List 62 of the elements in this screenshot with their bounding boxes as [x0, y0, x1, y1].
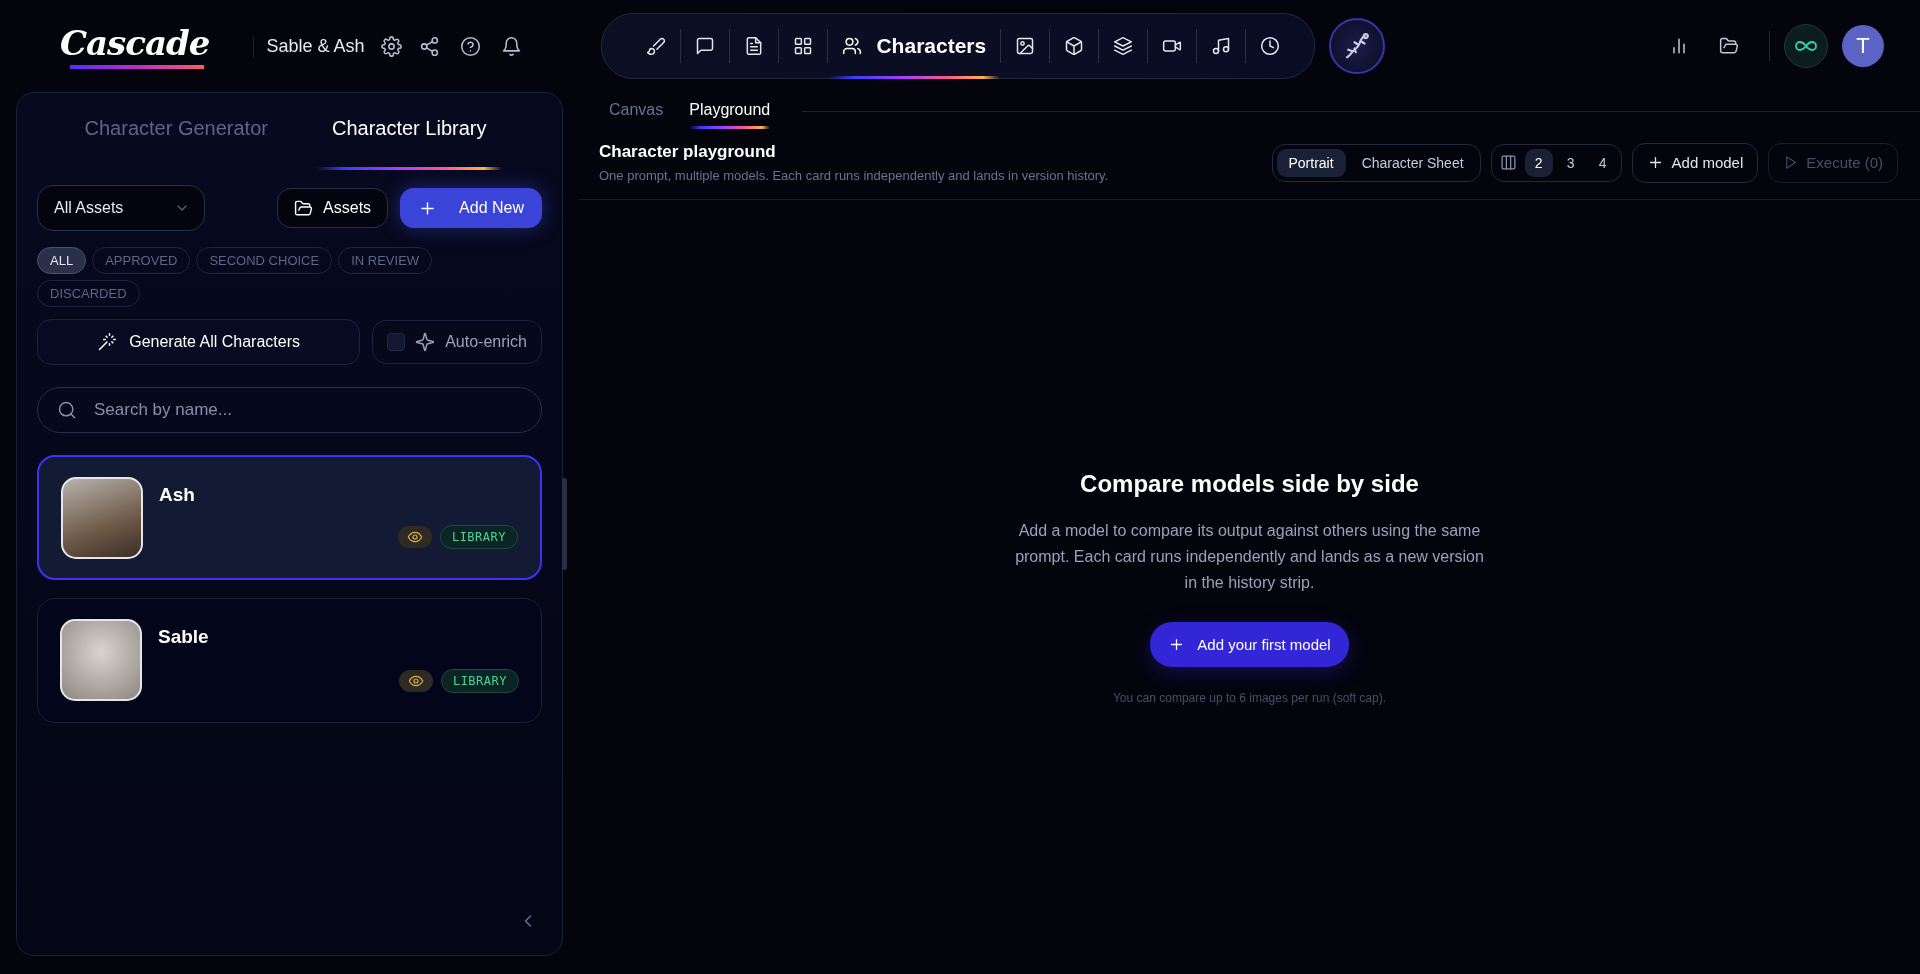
checkbox[interactable] [387, 333, 406, 351]
mode-option[interactable]: Portrait [1276, 148, 1346, 177]
empty-state-note: You can compare up to 6 images per run (soft cap). [1112, 691, 1386, 705]
eye-icon [406, 529, 423, 545]
user-avatar[interactable]: T [1842, 25, 1884, 67]
share-network-icon [419, 35, 441, 57]
empty-state-text: Add a model to compare its output against others using the same prompt. Each card runs independently and lands as a new version in the history strip. [1014, 521, 1485, 593]
image-icon [1015, 36, 1036, 56]
section-subtitle: One prompt, multiple models. Each card runs independently and lands in version history. [599, 168, 1109, 183]
users-icon [842, 36, 863, 56]
scrollbar[interactable] [562, 478, 567, 570]
chat-icon [695, 36, 716, 56]
auto-enrich-label: Auto-enrich [445, 333, 527, 351]
magic-wand-icon [97, 332, 118, 352]
visibility-button[interactable] [398, 670, 433, 692]
settings-icon[interactable] [381, 35, 403, 57]
column-count-option[interactable]: 3 [1556, 148, 1585, 177]
grid-icon [793, 36, 814, 56]
folder-button[interactable] [1719, 36, 1739, 56]
columns-icon [1499, 154, 1517, 171]
nav-tab[interactable]: Characters [828, 14, 1001, 78]
play-icon [1783, 155, 1799, 170]
question-circle-icon [460, 35, 482, 57]
eye-icon [407, 673, 424, 689]
search-icon [57, 400, 77, 420]
status-filter-chip[interactable]: ALL [37, 247, 87, 274]
help-icon[interactable] [460, 35, 482, 57]
gear-icon [381, 35, 403, 57]
library-tag: LIBRARY [439, 525, 518, 549]
bell-icon [501, 35, 523, 57]
character-name: Sable [158, 626, 210, 648]
library-tag: LIBRARY [440, 669, 519, 693]
clock-icon [1260, 36, 1281, 56]
asset-filter-dropdown[interactable]: All Assets [37, 185, 205, 231]
add-first-model-button[interactable]: Add your first model [1150, 622, 1349, 667]
add-new-button[interactable]: Add New [400, 188, 542, 228]
visibility-button[interactable] [397, 526, 432, 548]
add-model-button[interactable]: Add model [1631, 142, 1759, 183]
character-card[interactable]: Sable LIBRARY [37, 598, 542, 723]
character-name: Ash [159, 484, 196, 506]
panel-tab[interactable]: Character Library [315, 117, 503, 178]
share-icon[interactable] [419, 35, 441, 57]
infinity-button[interactable] [1784, 24, 1828, 68]
sparkle-icon [415, 332, 436, 352]
column-count-option[interactable]: 4 [1588, 148, 1617, 177]
character-card[interactable]: Ash LIBRARY [37, 455, 542, 580]
layers-icon [1113, 36, 1134, 56]
generate-all-button[interactable]: Generate All Characters [37, 319, 361, 365]
project-title: Sable & Ash [253, 35, 365, 57]
music-note-icon [1211, 36, 1232, 56]
column-count-option[interactable]: 2 [1524, 148, 1553, 177]
folder-icon [1719, 36, 1739, 56]
folder-icon [294, 198, 314, 218]
notification-icon[interactable] [501, 35, 523, 57]
brush-icon [646, 36, 667, 56]
cube-icon [1064, 36, 1085, 56]
mode-option[interactable]: Character Sheet [1349, 148, 1476, 177]
view-tab[interactable]: Canvas [609, 97, 664, 125]
section-title: Character playground [599, 142, 777, 162]
assets-button[interactable]: Assets [277, 188, 389, 228]
empty-state-title: Compare models side by side [1080, 470, 1419, 498]
search-field[interactable]: Search by name... [37, 387, 542, 433]
